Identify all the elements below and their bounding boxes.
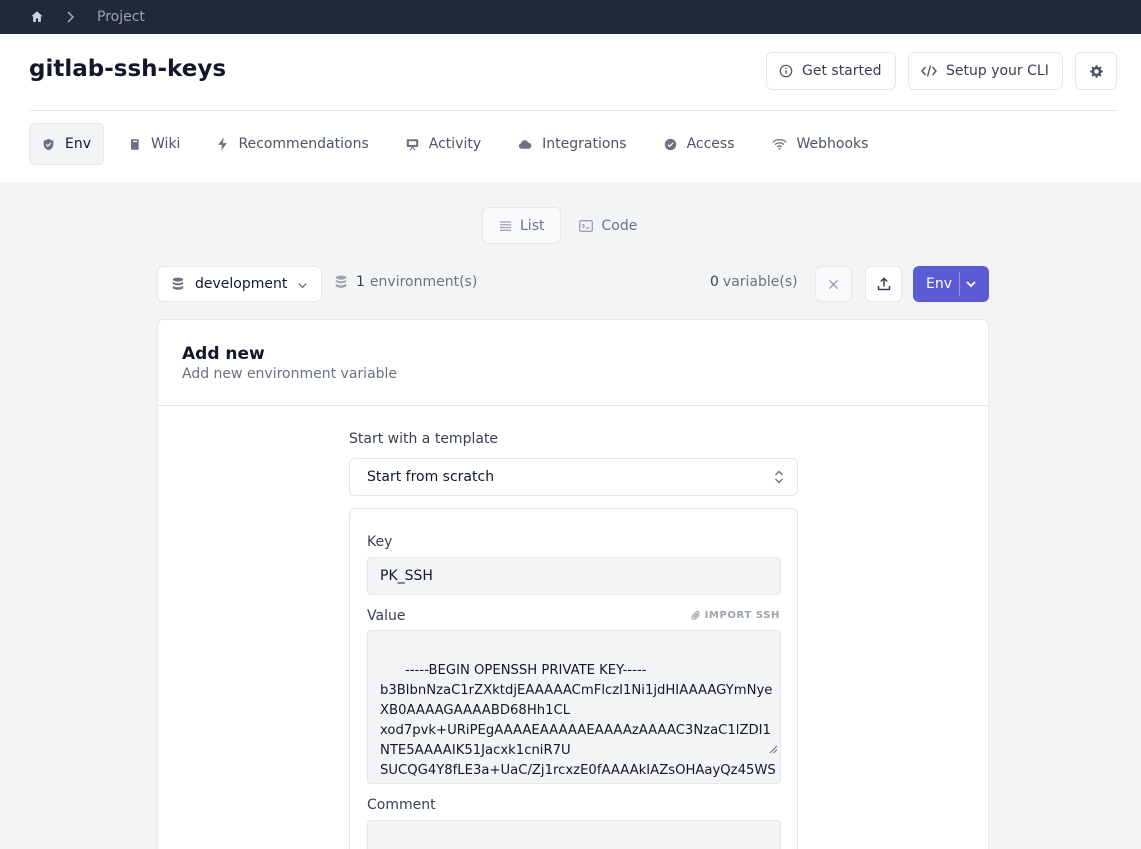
chevron-right-icon: [65, 11, 77, 23]
add-new-subtitle: Add new environment variable: [182, 366, 398, 382]
info-icon: [779, 64, 793, 78]
template-select[interactable]: Start from scratch: [349, 458, 798, 496]
settings-button[interactable]: [1075, 52, 1117, 90]
card-divider: [158, 405, 988, 406]
project-tabs: Env Wiki Recommendations Activity Integr…: [29, 123, 893, 165]
bolt-icon: [218, 137, 228, 151]
environment-count: 1 environment(s): [335, 274, 477, 290]
clear-button[interactable]: [815, 266, 852, 302]
resize-handle-icon[interactable]: [734, 721, 778, 781]
add-new-title: Add new: [182, 344, 265, 364]
view-toggle: List Code: [482, 207, 653, 244]
close-icon: [828, 279, 839, 289]
tab-webhooks-label: Webhooks: [796, 136, 869, 152]
gear-icon: [1089, 64, 1103, 78]
wifi-icon: [771, 138, 787, 150]
environment-count-value: 1: [356, 274, 365, 290]
code-view-button[interactable]: Code: [563, 207, 653, 244]
list-view-button[interactable]: List: [482, 207, 562, 244]
tab-recommendations[interactable]: Recommendations: [205, 123, 380, 165]
chevron-up-down-icon: [774, 470, 784, 488]
variable-count: 0 variable(s): [710, 274, 798, 290]
project-header: gitlab-ssh-keys Get started Setup your C…: [0, 34, 1141, 182]
template-select-value: Start from scratch: [367, 469, 495, 485]
value-text: -----BEGIN OPENSSH PRIVATE KEY----- b3Bl…: [380, 663, 776, 778]
upload-icon: [877, 277, 890, 291]
env-menu-button[interactable]: Env: [913, 266, 989, 302]
key-input[interactable]: PK_SSH: [367, 557, 781, 595]
get-started-button[interactable]: Get started: [766, 52, 896, 90]
tab-webhooks[interactable]: Webhooks: [760, 123, 881, 165]
environment-select[interactable]: development: [157, 266, 322, 302]
shield-icon: [43, 138, 54, 150]
value-textarea[interactable]: -----BEGIN OPENSSH PRIVATE KEY----- b3Bl…: [367, 630, 781, 784]
variable-count-suffix: variable(s): [722, 274, 798, 290]
comment-label: Comment: [367, 797, 436, 813]
tab-access-label: Access: [686, 136, 735, 152]
top-bar: Project: [0, 0, 1141, 34]
list-view-label: List: [520, 217, 545, 234]
comment-input[interactable]: [367, 820, 781, 849]
header-divider: [29, 110, 1117, 111]
chevron-down-icon[interactable]: [965, 278, 977, 294]
template-label: Start with a template: [349, 431, 499, 447]
tab-env-label: Env: [65, 136, 92, 152]
presentation-icon: [406, 138, 418, 151]
button-separator: [959, 272, 960, 296]
env-toolbar: development 1 environment(s) 0 variable(s…: [157, 266, 989, 302]
book-icon: [130, 138, 139, 150]
paperclip-icon: [691, 610, 700, 620]
database-icon: [335, 275, 347, 288]
check-badge-icon: [664, 138, 676, 150]
home-icon[interactable]: [29, 9, 45, 25]
page-title: gitlab-ssh-keys: [29, 56, 227, 82]
database-icon: [172, 277, 184, 290]
variable-form: Key PK_SSH Value IMPORT SSH -----BEGIN O…: [349, 508, 798, 849]
code-icon: [921, 65, 937, 77]
breadcrumb-project[interactable]: Project: [97, 9, 145, 25]
value-label: Value: [367, 608, 406, 624]
import-ssh-label: IMPORT SSH: [704, 610, 780, 621]
tab-env[interactable]: Env: [29, 123, 105, 165]
get-started-label: Get started: [802, 63, 882, 79]
cloud-icon: [519, 139, 532, 149]
list-icon: [499, 220, 512, 231]
variable-count-value: 0: [710, 274, 719, 290]
setup-cli-button[interactable]: Setup your CLI: [908, 52, 1063, 90]
setup-cli-label: Setup your CLI: [946, 63, 1049, 79]
key-label: Key: [367, 534, 393, 550]
env-button-label: Env: [926, 276, 953, 292]
terminal-icon: [579, 219, 594, 232]
add-new-card: Add new Add new environment variable Sta…: [157, 319, 989, 849]
tab-wiki[interactable]: Wiki: [117, 123, 192, 165]
chevron-down-icon: [297, 279, 308, 295]
tab-wiki-label: Wiki: [151, 136, 181, 152]
code-view-label: Code: [601, 217, 638, 234]
environment-count-suffix: environment(s): [369, 274, 478, 290]
environment-select-value: development: [195, 276, 288, 292]
tab-activity[interactable]: Activity: [394, 123, 493, 165]
tab-integrations[interactable]: Integrations: [506, 123, 638, 165]
tab-recommendations-label: Recommendations: [238, 136, 369, 152]
tab-activity-label: Activity: [428, 136, 482, 152]
tab-integrations-label: Integrations: [542, 136, 627, 152]
upload-button[interactable]: [865, 266, 902, 302]
import-ssh-button[interactable]: IMPORT SSH: [691, 610, 780, 621]
tab-access[interactable]: Access: [652, 123, 747, 165]
